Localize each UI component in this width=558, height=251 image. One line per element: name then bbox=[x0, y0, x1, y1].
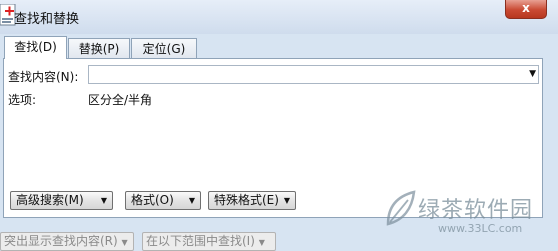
title-bar[interactable]: 查找和替换 x bbox=[0, 0, 558, 34]
highlight-found-button[interactable]: 突出显示查找内容(R) ▼ bbox=[0, 232, 134, 251]
find-what-label: 查找内容(N): bbox=[8, 70, 79, 84]
format-label: 格式(O) bbox=[131, 193, 174, 207]
tab-replace[interactable]: 替换(P) bbox=[68, 38, 130, 58]
special-format-button[interactable]: 特殊格式(E) ▼ bbox=[208, 191, 296, 210]
options-value: 区分全/半角 bbox=[88, 93, 153, 107]
find-tab-panel: 查找内容(N): ▼ 选项: 区分全/半角 高级搜索(M) ▼ 格式(O) ▼ … bbox=[3, 58, 543, 218]
find-replace-dialog: 查找和替换 x 查找(D) 替换(P) 定位(G) 查找内容(N): ▼ 选项:… bbox=[0, 0, 558, 251]
special-format-label: 特殊格式(E) bbox=[214, 193, 279, 207]
window-title: 查找和替换 bbox=[14, 12, 80, 27]
tab-goto[interactable]: 定位(G) bbox=[131, 38, 197, 58]
chevron-down-icon: ▼ bbox=[100, 196, 107, 205]
close-button[interactable]: x bbox=[505, 0, 547, 19]
close-icon: x bbox=[522, 1, 530, 15]
watermark-url: www.33LC.com bbox=[438, 222, 523, 235]
chevron-down-icon: ▼ bbox=[258, 238, 265, 247]
find-in-label: 在以下范围中查找(I) bbox=[146, 234, 255, 248]
tab-find[interactable]: 查找(D) bbox=[4, 36, 67, 59]
options-label: 选项: bbox=[8, 93, 37, 107]
chevron-down-icon: ▼ bbox=[283, 196, 290, 205]
chevron-down-icon: ▼ bbox=[188, 196, 195, 205]
format-button[interactable]: 格式(O) ▼ bbox=[125, 191, 201, 210]
chevron-down-icon[interactable]: ▼ bbox=[529, 66, 536, 83]
find-in-button[interactable]: 在以下范围中查找(I) ▼ bbox=[142, 232, 276, 251]
advanced-search-button[interactable]: 高级搜索(M) ▼ bbox=[10, 191, 113, 210]
find-what-input[interactable]: ▼ bbox=[88, 65, 539, 84]
highlight-found-label: 突出显示查找内容(R) bbox=[4, 234, 118, 248]
advanced-search-label: 高级搜索(M) bbox=[16, 193, 84, 207]
chevron-down-icon: ▼ bbox=[121, 238, 128, 247]
